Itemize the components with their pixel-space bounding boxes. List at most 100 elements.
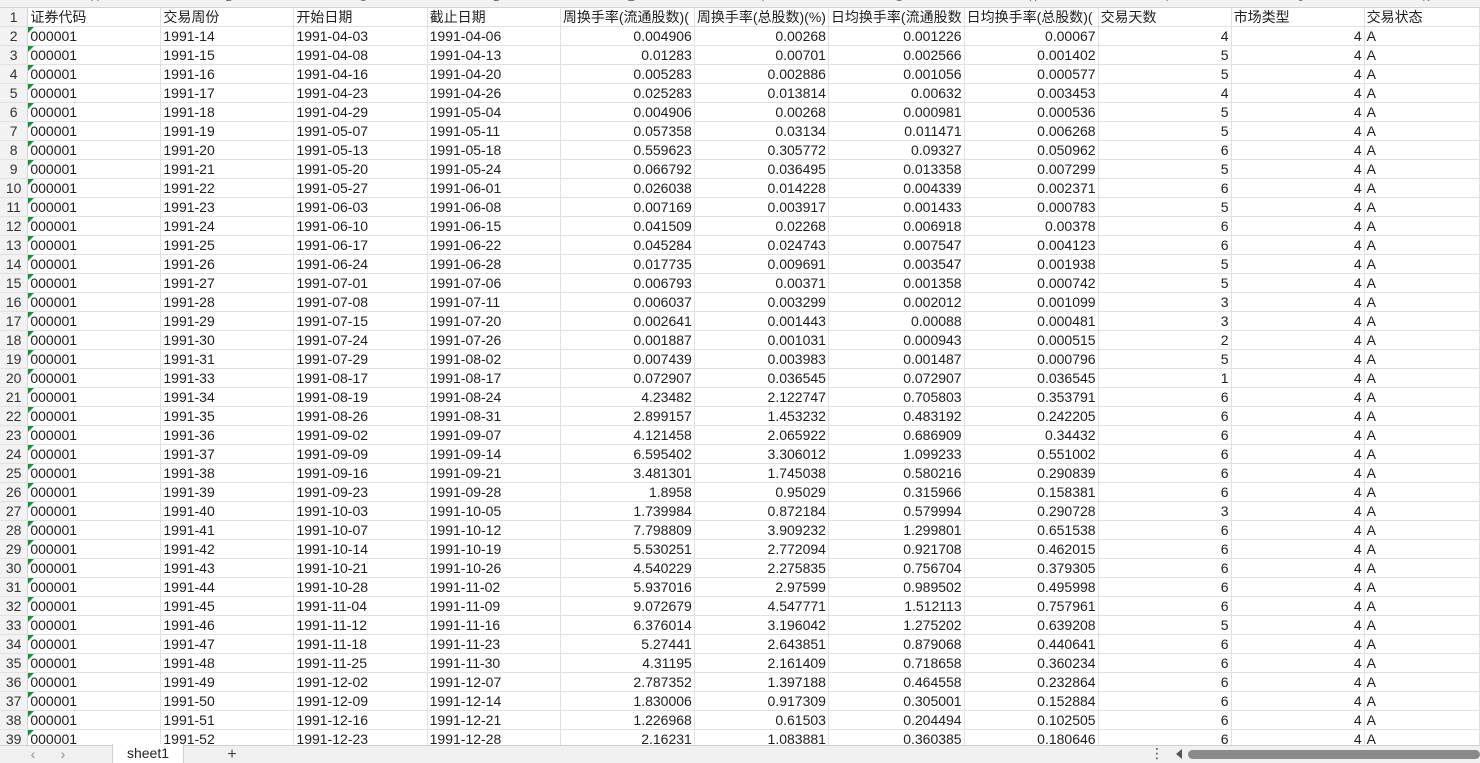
table-cell[interactable]: 0.379305: [964, 558, 1099, 578]
table-cell[interactable]: 0.057358: [560, 121, 695, 141]
table-cell[interactable]: 1991-08-17: [293, 368, 428, 388]
table-cell[interactable]: 5: [1098, 121, 1232, 141]
table-cell[interactable]: 6: [1098, 444, 1232, 464]
table-cell[interactable]: 0.242205: [964, 406, 1099, 426]
table-cell[interactable]: 6: [1098, 672, 1232, 692]
table-row[interactable]: 33 000001 1991-46 1991-11-12 1991-11-16 6.376…: [0, 615, 1480, 635]
table-cell[interactable]: 0.462015: [964, 539, 1099, 559]
row-number[interactable]: 1: [0, 8, 29, 27]
table-cell[interactable]: 4: [1231, 406, 1365, 426]
table-cell[interactable]: 1991-12-14: [427, 691, 561, 711]
table-cell[interactable]: A: [1364, 273, 1480, 293]
table-cell[interactable]: 1991-05-27: [293, 178, 428, 198]
table-cell[interactable]: 0.879068: [828, 634, 965, 654]
table-cell[interactable]: 0.00268: [694, 102, 829, 122]
table-cell[interactable]: 6: [1098, 634, 1232, 654]
table-cell[interactable]: 1991-08-19: [293, 387, 428, 407]
table-cell[interactable]: 1991-10-26: [427, 558, 561, 578]
table-cell[interactable]: 0.002566: [828, 45, 965, 65]
table-cell[interactable]: 6: [1098, 653, 1232, 673]
table-cell[interactable]: 0.004906: [560, 102, 695, 122]
table-row[interactable]: 6 000001 1991-18 1991-04-29 1991-05-04 0.0049…: [0, 102, 1480, 122]
table-cell[interactable]: 2.161409: [694, 653, 829, 673]
table-row[interactable]: 32 000001 1991-45 1991-11-04 1991-11-09 9.072…: [0, 596, 1480, 616]
table-cell[interactable]: 6: [1098, 558, 1232, 578]
table-cell[interactable]: 4: [1231, 482, 1365, 502]
table-cell[interactable]: A: [1364, 444, 1480, 464]
table-cell[interactable]: 0.705803: [828, 387, 965, 407]
column-header-cell[interactable]: 证券代码: [27, 8, 162, 27]
table-cell[interactable]: 0.102505: [964, 710, 1099, 730]
table-cell[interactable]: 1991-10-03: [293, 501, 428, 521]
table-cell[interactable]: 0.003299: [694, 292, 829, 312]
table-cell[interactable]: 1991-05-18: [427, 140, 561, 160]
header-row[interactable]: 1 证券代码 交易周份 开始日期 截止日期 周换手率(流通股数)(周换手率(总股数)(%)…: [0, 8, 1480, 27]
table-cell[interactable]: 0.041509: [560, 216, 695, 236]
table-cell[interactable]: 1.299801: [828, 520, 965, 540]
table-cell[interactable]: 1991-52: [160, 729, 295, 745]
table-cell[interactable]: 4: [1231, 140, 1365, 160]
table-cell[interactable]: A: [1364, 520, 1480, 540]
column-header-cell[interactable]: 截止日期: [427, 8, 561, 27]
table-cell[interactable]: 1991-08-26: [293, 406, 428, 426]
table-cell[interactable]: 000001: [27, 235, 162, 255]
table-cell[interactable]: 1991-06-03: [293, 197, 428, 217]
table-row[interactable]: 38 000001 1991-51 1991-12-16 1991-12-21 1.226…: [0, 710, 1480, 730]
table-cell[interactable]: 000001: [27, 558, 162, 578]
table-cell[interactable]: 6: [1098, 482, 1232, 502]
table-row[interactable]: 9 000001 1991-21 1991-05-20 1991-05-24 0.0667…: [0, 159, 1480, 179]
table-cell[interactable]: 1991-09-28: [427, 482, 561, 502]
table-cell[interactable]: A: [1364, 615, 1480, 635]
table-cell[interactable]: 5: [1098, 45, 1232, 65]
table-cell[interactable]: 1.099233: [828, 444, 965, 464]
table-cell[interactable]: 000001: [27, 140, 162, 160]
table-cell[interactable]: 1991-10-28: [293, 577, 428, 597]
table-cell[interactable]: A: [1364, 577, 1480, 597]
table-cell[interactable]: 6: [1098, 596, 1232, 616]
row-number[interactable]: 21: [0, 387, 29, 407]
row-number[interactable]: 32: [0, 596, 29, 616]
row-number[interactable]: 15: [0, 273, 29, 293]
table-cell[interactable]: 4: [1231, 501, 1365, 521]
table-cell[interactable]: 1991-30: [160, 330, 295, 350]
table-cell[interactable]: 0.006037: [560, 292, 695, 312]
table-cell[interactable]: 0.004339: [828, 178, 965, 198]
table-cell[interactable]: A: [1364, 691, 1480, 711]
table-cell[interactable]: 1991-11-12: [293, 615, 428, 635]
table-cell[interactable]: 4: [1231, 330, 1365, 350]
table-cell[interactable]: 1991-12-09: [293, 691, 428, 711]
table-cell[interactable]: 5: [1098, 64, 1232, 84]
table-cell[interactable]: 000001: [27, 83, 162, 103]
table-cell[interactable]: 6.595402: [560, 444, 695, 464]
table-cell[interactable]: 3: [1098, 501, 1232, 521]
table-cell[interactable]: 4: [1231, 634, 1365, 654]
table-cell[interactable]: 4.547771: [694, 596, 829, 616]
table-cell[interactable]: 0.989502: [828, 577, 965, 597]
table-cell[interactable]: 1991-04-26: [427, 83, 561, 103]
table-row[interactable]: 8 000001 1991-20 1991-05-13 1991-05-18 0.5596…: [0, 140, 1480, 160]
table-cell[interactable]: A: [1364, 425, 1480, 445]
row-number[interactable]: 37: [0, 691, 29, 711]
table-cell[interactable]: 4: [1231, 729, 1365, 745]
table-cell[interactable]: 000001: [27, 292, 162, 312]
table-cell[interactable]: 4: [1231, 444, 1365, 464]
column-letter-d[interactable]: D: [430, 0, 564, 6]
table-cell[interactable]: 0.013814: [694, 83, 829, 103]
table-row[interactable]: 14 000001 1991-26 1991-06-24 1991-06-28 0.017…: [0, 254, 1480, 274]
table-cell[interactable]: 0.001487: [828, 349, 965, 369]
table-cell[interactable]: 4: [1231, 577, 1365, 597]
table-row[interactable]: 24 000001 1991-37 1991-09-09 1991-09-14 6.595…: [0, 444, 1480, 464]
row-number[interactable]: 11: [0, 197, 29, 217]
table-cell[interactable]: 1991-07-20: [427, 311, 561, 331]
table-cell[interactable]: 0.001402: [964, 45, 1099, 65]
table-cell[interactable]: 0.036495: [694, 159, 829, 179]
table-cell[interactable]: A: [1364, 463, 1480, 483]
row-number[interactable]: 18: [0, 330, 29, 350]
table-cell[interactable]: 0.007299: [964, 159, 1099, 179]
table-cell[interactable]: 1991-24: [160, 216, 295, 236]
table-cell[interactable]: 1991-51: [160, 710, 295, 730]
table-cell[interactable]: 0.01283: [560, 45, 695, 65]
row-number[interactable]: 17: [0, 311, 29, 331]
table-cell[interactable]: 000001: [27, 349, 162, 369]
table-row[interactable]: 5 000001 1991-17 1991-04-23 1991-04-26 0.0252…: [0, 83, 1480, 103]
